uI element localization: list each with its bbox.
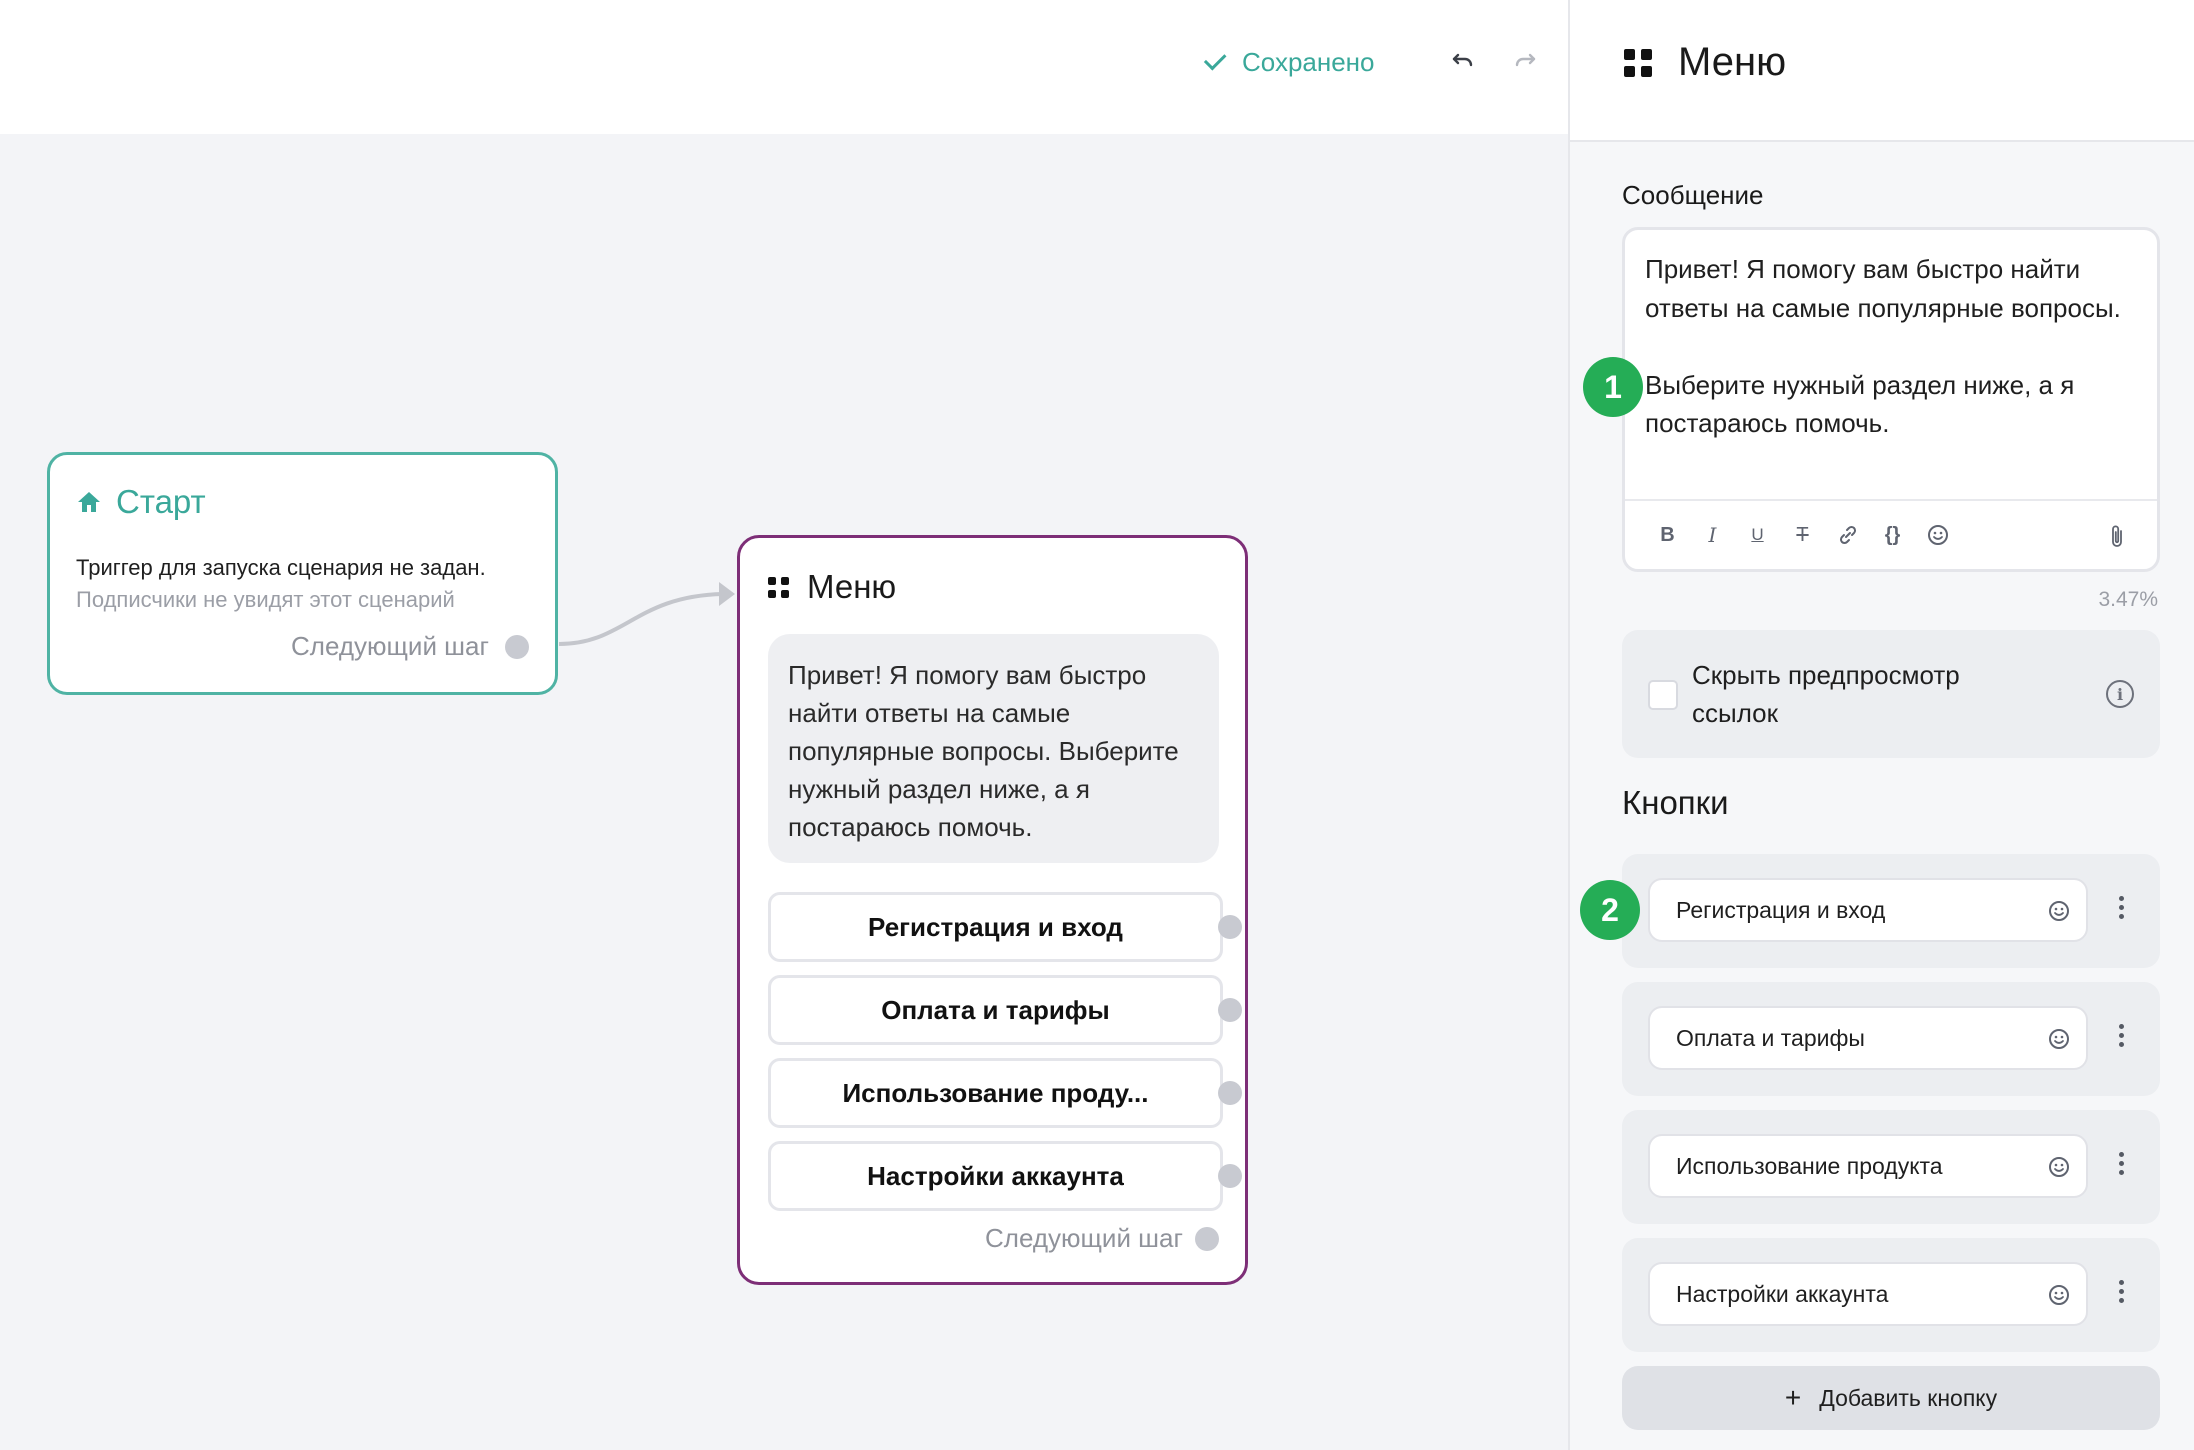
button-label-input[interactable]: Настройки аккаунта (1648, 1262, 2088, 1326)
buttons-heading: Кнопки (1622, 784, 1729, 821)
underline-button[interactable]: U (1735, 515, 1780, 555)
emoji-icon[interactable] (2048, 1156, 2070, 1178)
strikethrough-icon: T (1796, 523, 1809, 546)
menu-node-output-port[interactable] (1195, 1227, 1219, 1251)
menu-button-output-port[interactable] (1218, 1081, 1242, 1105)
button-editor-card: Оплата и тарифы (1622, 982, 2160, 1096)
emoji-icon (1927, 525, 1948, 545)
menu-node-button-label: Оплата и тарифы (881, 994, 1110, 1025)
more-options-icon[interactable] (2119, 1024, 2124, 1047)
button-editor-card: Регистрация и вход (1622, 854, 2160, 968)
button-label-input[interactable]: Оплата и тарифы (1648, 1006, 2088, 1070)
menu-node-title-text: Меню (807, 568, 897, 605)
bold-icon: B (1660, 523, 1675, 546)
start-node-description: Триггер для запуска сценария не задан. (76, 555, 486, 580)
check-icon (1203, 47, 1227, 71)
variables-icon: {} (1884, 523, 1901, 546)
menu-button-output-port[interactable] (1218, 1164, 1242, 1188)
message-editor[interactable]: Привет! Я помогу вам быстро найти ответы… (1622, 227, 2160, 572)
menu-grid-icon (768, 576, 789, 598)
strikethrough-button[interactable]: T (1780, 515, 1825, 555)
link-icon (1839, 525, 1856, 545)
menu-node-title: Меню (768, 568, 896, 606)
top-bar: Сохранено (0, 0, 1568, 134)
add-button-button[interactable]: + Добавить кнопку (1622, 1366, 2160, 1430)
start-node-title: Старт (76, 483, 206, 521)
menu-node-button[interactable]: Использование проду... (768, 1058, 1242, 1128)
menu-node[interactable]: Меню Привет! Я помогу вам быстро найти о… (737, 535, 1248, 1285)
message-usage-percent: 3.47% (2098, 588, 2158, 611)
menu-button-output-port[interactable] (1218, 998, 1242, 1022)
start-node-output-port[interactable] (505, 635, 529, 659)
button-label-value: Оплата и тарифы (1676, 1024, 1865, 1051)
panel-title: Меню (1624, 40, 1786, 85)
more-options-icon[interactable] (2119, 1280, 2124, 1303)
menu-node-button-label: Регистрация и вход (868, 911, 1123, 942)
annotation-badge-2: 2 (1580, 880, 1640, 940)
button-editor-card: Использование продукта (1622, 1110, 2160, 1224)
menu-node-button-label: Настройки аккаунта (867, 1160, 1124, 1191)
button-label-value: Использование продукта (1676, 1152, 1943, 1179)
underline-icon: U (1751, 525, 1764, 544)
more-options-icon[interactable] (2119, 896, 2124, 919)
undo-icon (1452, 53, 1473, 67)
emoji-icon[interactable] (2048, 1028, 2070, 1050)
plus-icon: + (1784, 1382, 1802, 1413)
save-status: Сохранено (1203, 42, 1375, 82)
start-node[interactable]: Старт Триггер для запуска сценария не за… (47, 452, 558, 695)
more-options-icon[interactable] (2119, 1152, 2124, 1175)
button-label-input[interactable]: Регистрация и вход (1648, 878, 2088, 942)
start-node-next-step: Следующий шаг (291, 631, 489, 661)
menu-grid-icon (1624, 48, 1652, 77)
format-toolbar: B I U T {} (1625, 499, 2157, 569)
add-button-label: Добавить кнопку (1819, 1384, 1998, 1411)
annotation-badge-1: 1 (1583, 357, 1643, 417)
menu-node-button-label: Использование проду... (842, 1077, 1149, 1108)
message-label: Сообщение (1622, 180, 1764, 210)
hide-link-preview-checkbox[interactable] (1648, 680, 1678, 710)
button-editor-card: Настройки аккаунта (1622, 1238, 2160, 1352)
undo-button[interactable] (1448, 46, 1478, 76)
menu-node-button[interactable]: Оплата и тарифы (768, 975, 1242, 1045)
info-icon[interactable]: i (2106, 680, 2134, 708)
flow-canvas[interactable]: Старт Триггер для запуска сценария не за… (0, 134, 1568, 1450)
redo-icon (1515, 53, 1536, 67)
button-label-value: Настройки аккаунта (1676, 1280, 1889, 1307)
start-node-subtitle: Подписчики не увидят этот сценарий (76, 587, 455, 612)
italic-button[interactable]: I (1690, 515, 1735, 555)
menu-button-output-port[interactable] (1218, 915, 1242, 939)
save-status-label: Сохранено (1242, 46, 1375, 77)
hide-link-preview-label: Скрыть предпросмотр ссылок (1692, 660, 1960, 728)
button-label-input[interactable]: Использование продукта (1648, 1134, 2088, 1198)
italic-icon: I (1708, 523, 1717, 547)
attach-button[interactable] (2094, 516, 2139, 556)
panel-title-text: Меню (1678, 40, 1787, 84)
redo-button[interactable] (1510, 46, 1540, 76)
home-icon (78, 492, 100, 512)
panel-header: Меню (1570, 0, 2194, 142)
menu-node-button[interactable]: Регистрация и вход (768, 892, 1242, 962)
menu-node-next-step: Следующий шаг (985, 1223, 1183, 1253)
button-label-value: Регистрация и вход (1676, 896, 1886, 923)
link-button[interactable] (1825, 515, 1870, 555)
emoji-icon[interactable] (2048, 900, 2070, 922)
start-node-title-text: Старт (116, 483, 206, 520)
paperclip-icon (2111, 525, 2122, 547)
properties-panel: Меню Сообщение Привет! Я помогу вам быст… (1568, 0, 2194, 1450)
message-textarea[interactable]: Привет! Я помогу вам быстро найти ответы… (1645, 250, 2135, 443)
hide-link-preview-option[interactable]: Скрыть предпросмотр ссылок i (1622, 630, 2160, 758)
bold-button[interactable]: B (1645, 515, 1690, 555)
emoji-button[interactable] (1915, 515, 1960, 555)
menu-node-message: Привет! Я помогу вам быстро найти ответы… (768, 634, 1219, 863)
menu-node-button[interactable]: Настройки аккаунта (768, 1141, 1242, 1211)
emoji-icon[interactable] (2048, 1284, 2070, 1306)
variables-button[interactable]: {} (1870, 515, 1915, 555)
connection-line (558, 582, 735, 646)
